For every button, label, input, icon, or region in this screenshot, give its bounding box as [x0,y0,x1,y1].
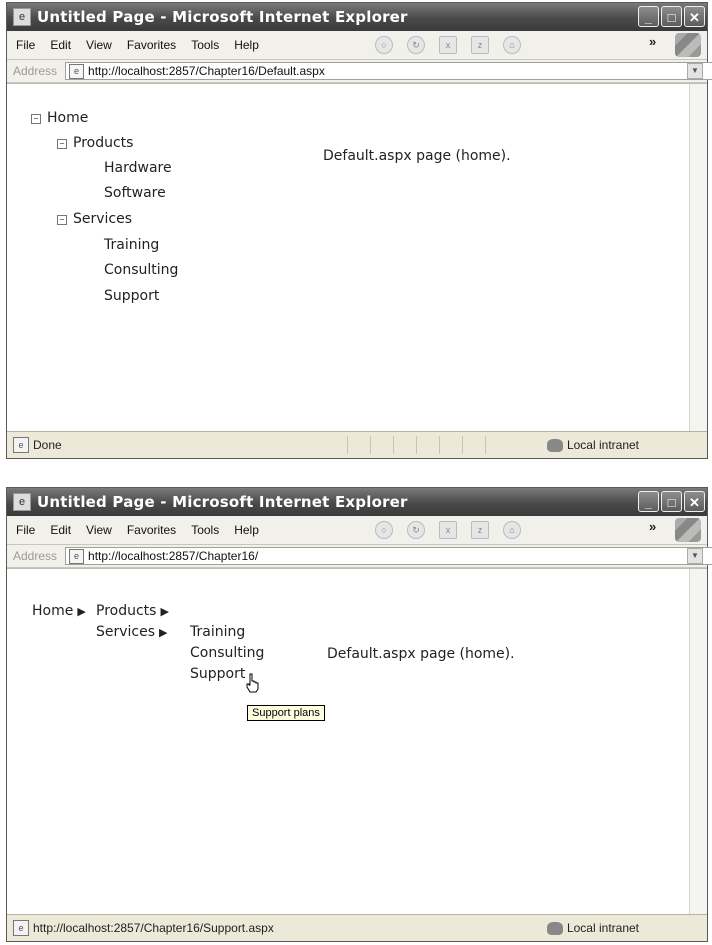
menu-favorites[interactable]: Favorites [127,523,176,537]
maximize-button[interactable]: □ [661,6,682,27]
page-favicon-icon: e [69,63,85,79]
address-bar: Address e http://localhost:2857/Chapter1… [7,60,712,83]
tree-label-home[interactable]: Home [47,110,88,126]
tree-leaf-consulting[interactable]: Consulting [104,262,178,278]
menu-item-products[interactable]: Products ▶ [96,603,169,619]
tree-node-services[interactable]: − Services [57,211,132,227]
address-label: Address [13,64,58,78]
tree-leaf-training[interactable]: Training [104,237,159,253]
ie-icon: e [13,493,31,511]
stop-icon[interactable]: x [439,521,457,539]
menu-label-home[interactable]: Home [32,603,73,619]
address-dropdown-icon[interactable]: ▼ [687,63,703,79]
collapse-icon[interactable]: − [57,215,67,225]
close-button[interactable]: ✕ [684,6,705,27]
title-bar: e Untitled Page - Microsoft Internet Exp… [7,3,707,31]
page-icon[interactable]: z [471,36,489,54]
tree-leaf-software[interactable]: Software [104,185,166,201]
close-button[interactable]: ✕ [684,491,705,512]
address-input[interactable]: e http://localhost:2857/Chapter16/ [65,547,712,565]
refresh-icon[interactable]: ↻ [407,521,425,539]
page-icon[interactable]: z [471,521,489,539]
menu-edit[interactable]: Edit [50,523,71,537]
menu-item-support[interactable]: Support [190,666,245,682]
menu-view[interactable]: View [86,523,112,537]
home-icon[interactable]: ⌂ [503,521,521,539]
address-label: Address [13,549,58,563]
vertical-scrollbar[interactable] [689,569,707,917]
menu-label-services[interactable]: Services [96,624,155,640]
window-title: Untitled Page - Microsoft Internet Explo… [37,8,408,26]
menu-file[interactable]: File [16,38,35,52]
browser-window-2: e Untitled Page - Microsoft Internet Exp… [6,487,712,942]
menu-help[interactable]: Help [234,523,259,537]
tree-leaf-support[interactable]: Support [104,288,159,304]
title-bar: e Untitled Page - Microsoft Internet Exp… [7,488,707,516]
menu-help[interactable]: Help [234,38,259,52]
menu-item-services[interactable]: Services ▶ [96,624,168,640]
address-dropdown-icon[interactable]: ▼ [687,548,703,564]
page-content: Home ▶ Products ▶ Services ▶ Training Consu… [7,568,707,917]
stop-icon[interactable]: x [439,36,457,54]
menu-item-consulting[interactable]: Consulting [190,645,264,661]
home-icon[interactable]: ⌂ [503,36,521,54]
menu-tools[interactable]: Tools [191,38,219,52]
menu-file[interactable]: File [16,523,35,537]
address-bar: Address e http://localhost:2857/Chapter1… [7,545,712,568]
zone-label: Local intranet [566,921,639,935]
ie-icon: e [13,8,31,26]
submenu-arrow-icon: ▶ [159,626,168,639]
menu-favorites[interactable]: Favorites [127,38,176,52]
window-title: Untitled Page - Microsoft Internet Explo… [37,493,408,511]
address-value[interactable]: http://localhost:2857/Chapter16/Default.… [88,64,325,78]
menu-item-home[interactable]: Home ▶ [32,603,86,619]
address-input[interactable]: e http://localhost:2857/Chapter16/Defaul… [65,62,712,80]
page-text: Default.aspx page (home). [327,646,515,662]
windows-logo-icon [675,33,701,57]
menu-bar: File Edit View Favorites Tools Help ○ ↻ … [7,31,707,60]
status-text: http://localhost:2857/Chapter16/Support.… [33,921,274,935]
toolbar-chevron-icon[interactable]: » [649,519,656,534]
tree-leaf-hardware[interactable]: Hardware [104,160,172,176]
refresh-icon[interactable]: ↻ [407,36,425,54]
intranet-zone-icon [546,438,563,452]
status-page-icon: e [13,920,29,936]
menu-tools[interactable]: Tools [191,523,219,537]
search-icon[interactable]: ○ [375,36,393,54]
zone-label: Local intranet [566,438,639,452]
browser-window-1: e Untitled Page - Microsoft Internet Exp… [6,2,712,459]
address-value[interactable]: http://localhost:2857/Chapter16/ [88,549,258,563]
status-page-icon: e [13,437,29,453]
tree-label-services[interactable]: Services [73,211,132,227]
windows-logo-icon [675,518,701,542]
menu-bar: File Edit View Favorites Tools Help ○ ↻ … [7,516,707,545]
menu-view[interactable]: View [86,38,112,52]
tree-label-products[interactable]: Products [73,135,133,151]
tooltip: Support plans [247,705,325,721]
status-bar: e http://localhost:2857/Chapter16/Suppor… [7,914,707,941]
collapse-icon[interactable]: − [57,139,67,149]
menu-edit[interactable]: Edit [50,38,71,52]
status-text: Done [33,438,62,452]
intranet-zone-icon [546,921,563,935]
maximize-button[interactable]: □ [661,491,682,512]
submenu-arrow-icon: ▶ [160,605,169,618]
minimize-button[interactable]: _ [638,6,659,27]
submenu-arrow-icon: ▶ [77,605,86,618]
menu-label-products[interactable]: Products [96,603,156,619]
search-icon[interactable]: ○ [375,521,393,539]
page-favicon-icon: e [69,548,85,564]
collapse-icon[interactable]: − [31,114,41,124]
page-text: Default.aspx page (home). [323,148,511,164]
page-content: − Home − Products Hardware Software − Servi… [7,83,707,432]
status-bar: e Done Local intranet [7,431,707,458]
toolbar-chevron-icon[interactable]: » [649,34,656,49]
tree-node-home[interactable]: − Home [31,110,88,126]
tree-node-products[interactable]: − Products [57,135,133,151]
minimize-button[interactable]: _ [638,491,659,512]
vertical-scrollbar[interactable] [689,84,707,432]
hand-cursor-icon [246,673,259,693]
menu-item-training[interactable]: Training [190,624,245,640]
